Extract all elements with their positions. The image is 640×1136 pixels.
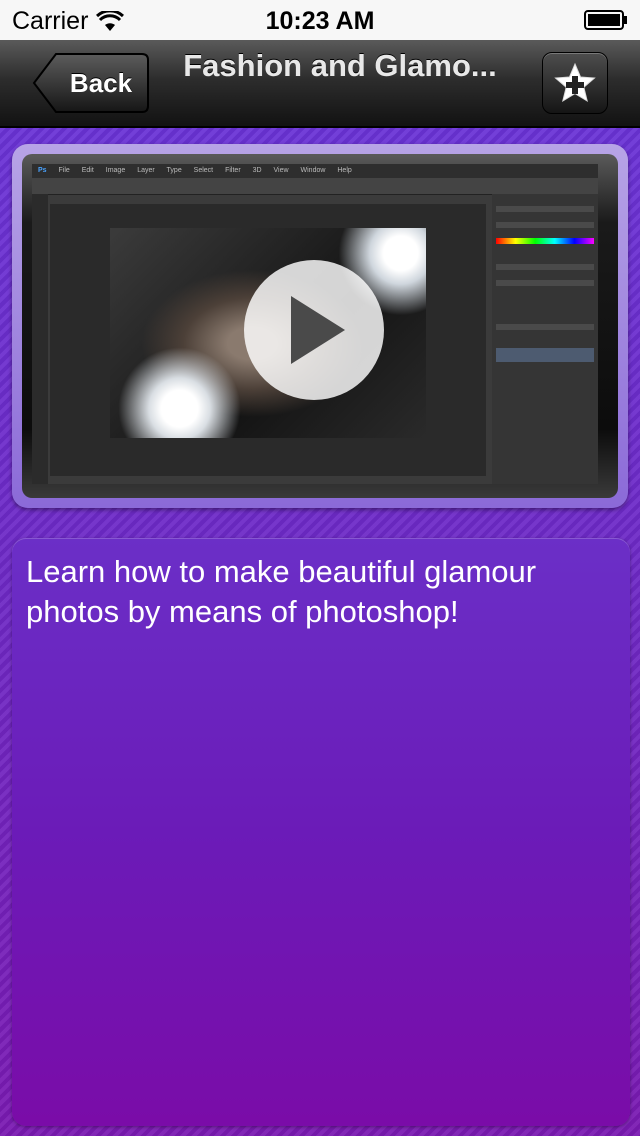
ps-panel-row: [496, 324, 594, 330]
description-text: Learn how to make beautiful glamour phot…: [26, 554, 537, 629]
ps-panel-row: [496, 280, 594, 286]
ps-menu-item: Image: [105, 167, 126, 174]
description-panel: Learn how to make beautiful glamour phot…: [12, 538, 630, 1126]
ps-menu-item: Help: [337, 167, 352, 174]
ps-menu-item: Layer: [137, 167, 155, 174]
ps-panels: [492, 194, 598, 484]
page-title: Fashion and Glamo...: [183, 48, 497, 83]
ps-menu-item: Filter: [225, 167, 241, 174]
ps-menu-item: View: [273, 167, 289, 174]
ps-menu-item: Type: [166, 167, 182, 174]
status-bar: Carrier 10:23 AM: [0, 0, 640, 40]
ps-toolbar: [32, 194, 48, 484]
back-label: Back: [69, 68, 133, 98]
ps-panel-row: [496, 264, 594, 270]
ps-panel-row: [496, 206, 594, 212]
ps-color-ramp: [496, 238, 594, 244]
ps-menu-item: File: [58, 167, 70, 174]
ps-menu-item: Select: [193, 167, 214, 174]
play-button[interactable]: [244, 260, 384, 400]
status-time: 10:23 AM: [265, 7, 375, 35]
battery-icon: [584, 10, 627, 30]
ps-logo: Ps: [38, 167, 47, 174]
ps-layer-row: [496, 348, 594, 362]
content-area: Ps File Edit Image Layer Type Select Fil…: [0, 128, 640, 1136]
navigation-bar: Back Fashion and Glamo...: [0, 40, 640, 128]
ps-options-bar: [32, 178, 598, 195]
back-button[interactable]: Back: [32, 52, 150, 114]
play-icon: [291, 296, 345, 364]
video-thumbnail[interactable]: Ps File Edit Image Layer Type Select Fil…: [32, 164, 598, 484]
ps-menu-item: Window: [300, 167, 326, 174]
ps-menu-item: 3D: [252, 167, 262, 174]
ps-menubar: Ps File Edit Image Layer Type Select Fil…: [32, 164, 598, 178]
video-frame: Ps File Edit Image Layer Type Select Fil…: [12, 144, 628, 508]
add-favorite-button[interactable]: [542, 52, 608, 114]
ps-panel-row: [496, 222, 594, 228]
star-plus-icon: [554, 62, 596, 103]
ps-menu-item: Edit: [81, 167, 94, 174]
